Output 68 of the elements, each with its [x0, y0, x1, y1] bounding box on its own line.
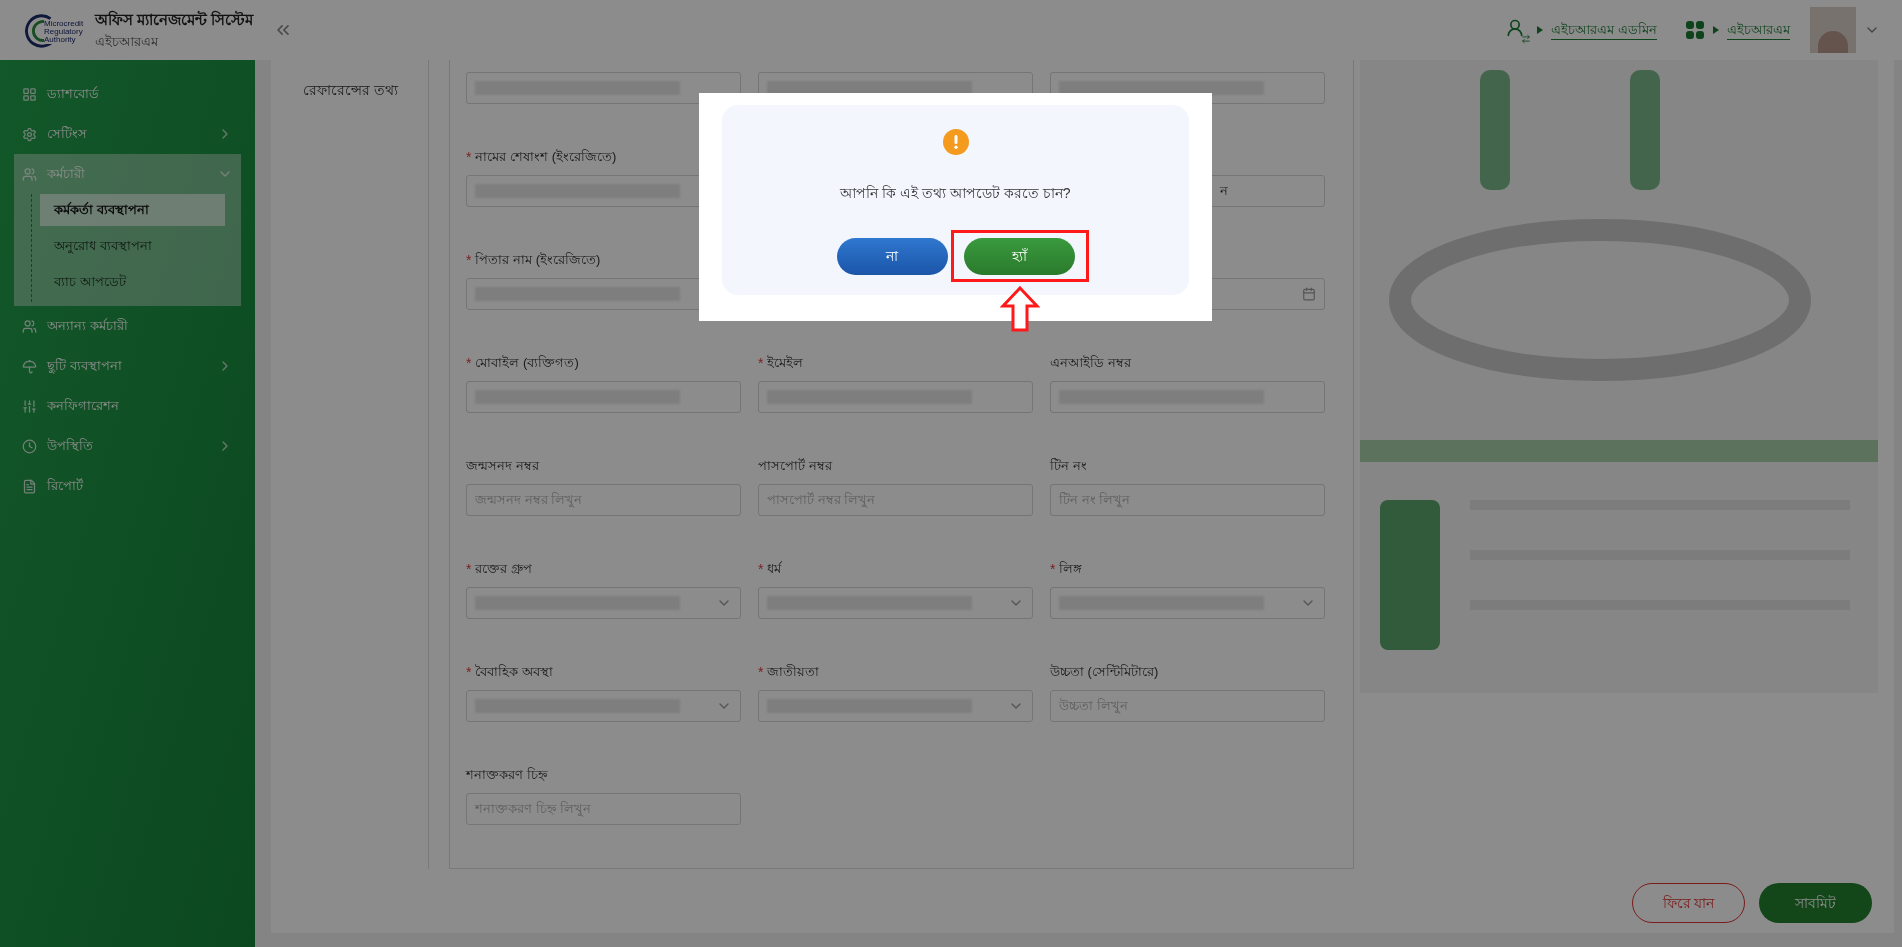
field-label: রক্তের গ্রুপ [475, 560, 533, 579]
required-asterisk: * [466, 663, 472, 682]
required-asterisk: * [758, 354, 764, 373]
logo-text: Regulatory [44, 28, 84, 36]
required-asterisk: * [466, 560, 472, 579]
field-label: বৈবাহিক অবস্থা [475, 663, 554, 682]
required-asterisk: * [758, 560, 764, 579]
sidebar-item[interactable]: অন্যান্য কর্মচারী [14, 306, 241, 346]
field-label: লিঙ্গ [1059, 560, 1083, 579]
field-label: টিন নং [1050, 457, 1087, 476]
no-button[interactable]: না [836, 238, 948, 275]
input-field[interactable] [466, 72, 741, 104]
select-field[interactable] [466, 690, 741, 722]
menu-icon [22, 358, 37, 374]
menu-icon [22, 126, 37, 142]
select-field[interactable] [758, 690, 1033, 722]
menu-icon [22, 86, 37, 102]
app-subtitle: এইচআরএম [95, 32, 160, 51]
caret-icon [1537, 26, 1544, 34]
required-asterisk: * [466, 251, 472, 270]
logo-text: Microcredit [44, 20, 84, 28]
menu-icon [22, 166, 37, 182]
required-asterisk: * [466, 354, 472, 373]
field-label: জাতীয়তা [767, 663, 820, 682]
submenu-item[interactable]: অনুরোধ ব্যবস্থাপনা [40, 230, 225, 262]
field-label: শনাক্তকরণ চিহ্ন [466, 766, 548, 785]
menu-icon [22, 318, 37, 334]
sidebar-item[interactable]: ছুটি ব্যবস্থাপনা [14, 346, 241, 386]
section-label: রেফারেন্সের তথ্য [303, 82, 398, 98]
yes-button[interactable]: হ্যাঁ [963, 238, 1075, 275]
field-label: পিতার নাম (ইংরেজিতে) [475, 251, 601, 270]
app-title: অফিস ম্যানেজমেন্ট সিস্টেম [95, 9, 254, 30]
field-label: উচ্চতা (সেন্টিমিটারে) [1050, 663, 1159, 682]
sidebar-item[interactable]: ড্যাশবোর্ড [14, 74, 241, 114]
select-field[interactable] [1050, 587, 1325, 619]
module-link[interactable]: এইচআরএম [1727, 19, 1790, 41]
user-switch-icon[interactable] [1505, 18, 1530, 42]
field-label: মোবাইল (ব্যক্তিগত) [475, 354, 579, 373]
menu-icon [22, 478, 37, 494]
sidebar-item[interactable]: রিপোর্ট [14, 466, 241, 506]
submit-button[interactable]: সাবমিট [1759, 883, 1872, 923]
menu-icon [22, 438, 37, 454]
apps-grid-icon[interactable] [1685, 20, 1705, 40]
sidebar-item[interactable]: কনফিগারেশন [14, 386, 241, 426]
sidebar-item[interactable]: উপস্থিতি [14, 426, 241, 466]
field-label: জন্মসনদ নম্বর [466, 457, 539, 476]
warning-icon [942, 129, 969, 155]
dialog-message: আপনি কি এই তথ্য আপডেট করতে চান? [840, 184, 1071, 203]
field-label: নামের শেষাংশ (ইংরেজিতে) [475, 148, 617, 167]
calendar-icon [1302, 287, 1316, 301]
sidebar-item[interactable]: কর্মচারী [14, 154, 241, 194]
required-asterisk: * [758, 663, 764, 682]
sidebar-item[interactable]: সেটিংস [14, 114, 241, 154]
role-link[interactable]: এইচআরএম এডমিন [1551, 19, 1657, 41]
field-label: ধর্ম [767, 560, 782, 579]
select-field[interactable] [758, 587, 1033, 619]
menu-icon [22, 398, 37, 414]
caret-icon [1713, 26, 1719, 34]
field-label: এনআইডি নম্বর [1050, 354, 1131, 373]
submenu-item[interactable]: ব্যাচ আপডেট [40, 266, 225, 298]
required-asterisk: * [1050, 560, 1056, 579]
field-label: পাসপোর্ট নম্বর [758, 457, 832, 476]
avatar[interactable] [1810, 7, 1856, 53]
required-asterisk: * [466, 148, 472, 167]
logo-text: Authority [44, 36, 76, 44]
field-value: ন [1220, 182, 1228, 201]
select-field[interactable] [466, 587, 741, 619]
field-label: ইমেইল [767, 354, 804, 373]
